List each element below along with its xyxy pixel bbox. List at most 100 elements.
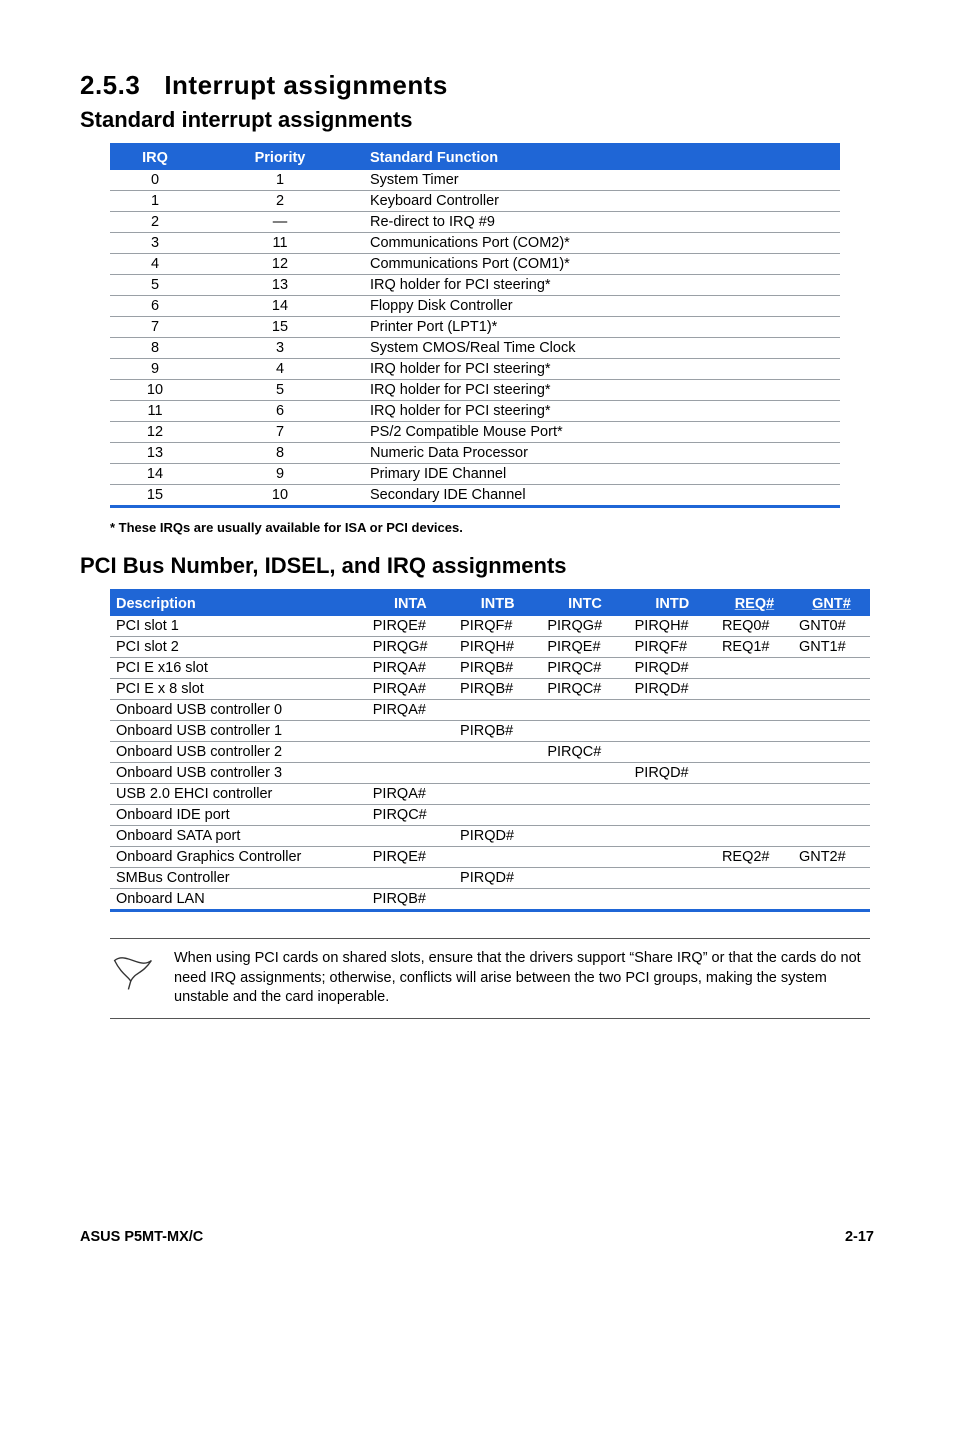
- table-row: USB 2.0 EHCI controllerPIRQA#: [110, 784, 870, 805]
- cell: 6: [110, 296, 200, 317]
- cell: 11: [110, 401, 200, 422]
- cell: Communications Port (COM1)*: [360, 254, 840, 275]
- cell: 8: [110, 338, 200, 359]
- table-row: SMBus ControllerPIRQD#: [110, 868, 870, 889]
- table-row: 01System Timer: [110, 170, 840, 191]
- cell: PIRQC#: [541, 679, 628, 700]
- cell: [454, 763, 541, 784]
- cell: PIRQB#: [454, 658, 541, 679]
- table-row: 1510Secondary IDE Channel: [110, 485, 840, 507]
- cell: [454, 700, 541, 721]
- cell: —: [200, 212, 360, 233]
- section-number: 2.5.3: [80, 70, 140, 101]
- cell: [716, 721, 793, 742]
- table-row: PCI E x16 slotPIRQA#PIRQB#PIRQC#PIRQD#: [110, 658, 870, 679]
- cell: PIRQF#: [454, 616, 541, 637]
- cell: Printer Port (LPT1)*: [360, 317, 840, 338]
- cell: System CMOS/Real Time Clock: [360, 338, 840, 359]
- cell: System Timer: [360, 170, 840, 191]
- cell: 9: [110, 359, 200, 380]
- cell: 10: [110, 380, 200, 401]
- cell: [629, 700, 716, 721]
- cell: [629, 805, 716, 826]
- cell: PIRQG#: [541, 616, 628, 637]
- note-icon: [110, 949, 156, 1000]
- cell: [541, 784, 628, 805]
- cell: PIRQE#: [367, 847, 454, 868]
- cell: Onboard LAN: [110, 889, 367, 911]
- cell: PIRQE#: [367, 616, 454, 637]
- cell: [541, 868, 628, 889]
- section-title: Interrupt assignments: [164, 70, 448, 100]
- table-row: Onboard SATA portPIRQD#: [110, 826, 870, 847]
- cell: [793, 721, 870, 742]
- table-row: 83System CMOS/Real Time Clock: [110, 338, 840, 359]
- th-intb: INTB: [454, 591, 541, 617]
- cell: [367, 826, 454, 847]
- cell: [629, 784, 716, 805]
- cell: 1: [110, 191, 200, 212]
- cell: [629, 742, 716, 763]
- cell: 11: [200, 233, 360, 254]
- th-intd: INTD: [629, 591, 716, 617]
- cell: [793, 889, 870, 911]
- cell: [793, 784, 870, 805]
- cell: PIRQG#: [367, 637, 454, 658]
- cell: PCI E x 8 slot: [110, 679, 367, 700]
- th-req: REQ#: [716, 591, 793, 617]
- cell: [716, 679, 793, 700]
- cell: IRQ holder for PCI steering*: [360, 275, 840, 296]
- table-row: Onboard IDE portPIRQC#: [110, 805, 870, 826]
- table-row: 614Floppy Disk Controller: [110, 296, 840, 317]
- cell: PIRQA#: [367, 658, 454, 679]
- table-row: 116IRQ holder for PCI steering*: [110, 401, 840, 422]
- cell: [367, 721, 454, 742]
- cell: REQ0#: [716, 616, 793, 637]
- cell: [541, 889, 628, 911]
- cell: [629, 826, 716, 847]
- cell: PCI E x16 slot: [110, 658, 367, 679]
- cell: 4: [110, 254, 200, 275]
- cell: 7: [200, 422, 360, 443]
- cell: 12: [200, 254, 360, 275]
- th-intc: INTC: [541, 591, 628, 617]
- th-description: Description: [110, 591, 367, 617]
- cell: [367, 742, 454, 763]
- cell: [716, 889, 793, 911]
- cell: PIRQD#: [454, 826, 541, 847]
- cell: PS/2 Compatible Mouse Port*: [360, 422, 840, 443]
- cell: [793, 742, 870, 763]
- cell: Numeric Data Processor: [360, 443, 840, 464]
- cell: GNT1#: [793, 637, 870, 658]
- cell: Primary IDE Channel: [360, 464, 840, 485]
- cell: REQ2#: [716, 847, 793, 868]
- cell: REQ1#: [716, 637, 793, 658]
- cell: [454, 847, 541, 868]
- table-row: 149Primary IDE Channel: [110, 464, 840, 485]
- cell: [716, 742, 793, 763]
- table-row: 12Keyboard Controller: [110, 191, 840, 212]
- cell: [793, 763, 870, 784]
- cell: [367, 763, 454, 784]
- cell: PIRQD#: [454, 868, 541, 889]
- table-row: Onboard USB controller 0PIRQA#: [110, 700, 870, 721]
- cell: [793, 868, 870, 889]
- cell: 3: [200, 338, 360, 359]
- standard-irq-table: IRQ Priority Standard Function 01System …: [110, 143, 840, 508]
- table-row: 715Printer Port (LPT1)*: [110, 317, 840, 338]
- cell: [454, 889, 541, 911]
- th-function: Standard Function: [360, 145, 840, 171]
- cell: 1: [200, 170, 360, 191]
- pci-irq-table: Description INTA INTB INTC INTD REQ# GNT…: [110, 589, 870, 912]
- cell: [716, 826, 793, 847]
- cell: Onboard IDE port: [110, 805, 367, 826]
- table-row: Onboard USB controller 1PIRQB#: [110, 721, 870, 742]
- cell: [629, 889, 716, 911]
- section-heading: 2.5.3 Interrupt assignments: [80, 70, 874, 101]
- table-row: 412Communications Port (COM1)*: [110, 254, 840, 275]
- cell: Onboard USB controller 3: [110, 763, 367, 784]
- cell: [541, 805, 628, 826]
- table-row: 2—Re-direct to IRQ #9: [110, 212, 840, 233]
- cell: [629, 847, 716, 868]
- cell: [541, 847, 628, 868]
